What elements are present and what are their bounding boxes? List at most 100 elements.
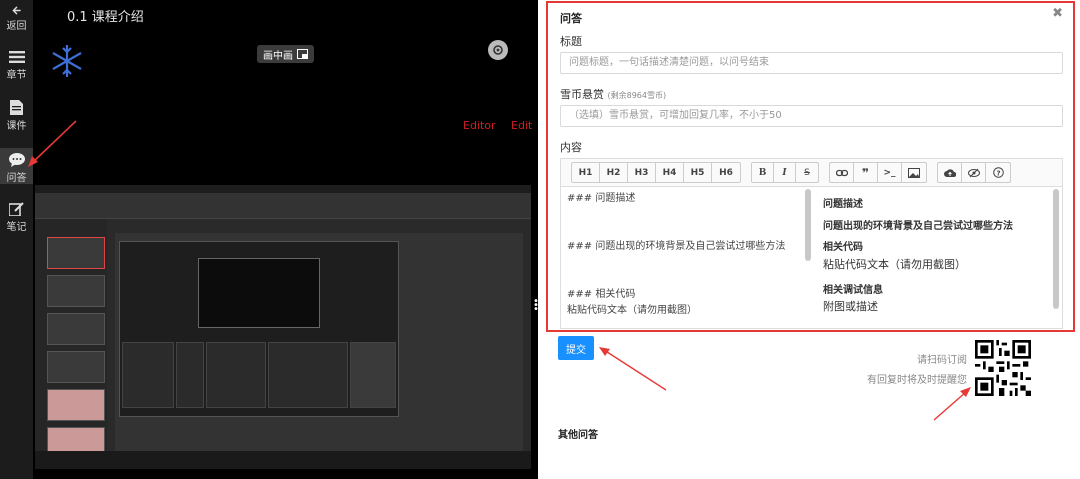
back-button[interactable]: 返回 [0,6,33,32]
view-buttons: ? [937,162,1011,183]
recorded-screen [35,185,531,469]
sidebar-item-qa[interactable]: 问答 [0,148,33,184]
left-sidebar: 返回 章节 课件 问答 笔记 [0,0,33,479]
sidebar-item-chapters[interactable]: 章节 [0,50,33,82]
preview-heading-2: 问题出现的环境背景及自己尝试过哪些方法 [823,221,1013,232]
preview-heading-1: 问题描述 [823,199,863,210]
sidebar-item-courseware[interactable]: 课件 [0,100,33,132]
arrow-left-icon [11,6,21,15]
slide-thumb [47,351,105,383]
snowflake-logo-icon [52,45,82,77]
bounty-label: 雪币悬赏 [560,88,604,101]
document-icon [10,100,23,115]
preview-heading-4: 相关调试信息 [823,285,883,296]
qa-label: 问答 [6,173,27,184]
svg-text:?: ? [996,169,1000,177]
strikethrough-button[interactable]: S [796,163,818,182]
notes-label: 笔记 [6,222,27,233]
annotation-arrow [599,347,667,391]
link-icon [835,169,848,176]
h2-button[interactable]: H2 [600,163,628,182]
overlay-text-editor: Editor [463,119,496,132]
other-questions-heading: 其他问答 [558,430,598,441]
edit-note-icon [9,202,24,216]
format-buttons: B I S [751,162,819,183]
source-scrollbar[interactable] [805,189,811,261]
slide-thumb [47,237,105,269]
cloud-upload-icon [943,168,956,177]
h3-button[interactable]: H3 [628,163,656,182]
preview-scrollbar[interactable] [1053,189,1059,309]
preview-paragraph-4: 附图或描述 [823,300,878,313]
slide-thumb [47,275,105,307]
markdown-preview: 问题描述 问题出现的环境背景及自己尝试过哪些方法 相关代码 粘贴代码文本（请勿用… [823,187,1051,328]
screen-ribbon [35,193,531,219]
markdown-source-textarea[interactable]: ### 问题描述 ### 问题出现的环境背景及自己尝试过哪些方法 ### 相关代… [567,187,805,328]
content-label: 内容 [560,141,582,154]
qr-notify-text: 有回复时将及时提醒您 [867,375,967,386]
screen-obs-window [119,241,399,417]
title-input[interactable]: 问题标题，一句话描述清楚问题，以问号结束 [560,52,1063,74]
help-icon: ? [992,167,1004,178]
close-icon[interactable]: ✖ [1052,6,1063,21]
video-settings-button[interactable] [488,40,508,60]
screen-taskbar [35,451,531,469]
pip-icon [297,49,308,59]
courseware-label: 课件 [6,121,27,132]
bounty-label-row: 雪币悬赏 (剩余8964雪币) [560,86,666,102]
obs-panel [350,342,396,408]
image-button[interactable] [902,163,926,182]
submit-button[interactable]: 提交 [558,336,594,360]
obs-panel [206,342,266,408]
bounty-hint: (剩余8964雪币) [607,91,667,100]
chat-bubble-icon [8,153,25,167]
obs-preview [198,258,320,328]
bold-button[interactable]: B [752,163,774,182]
annotation-arrow [933,387,971,421]
qa-form: 问答 ✖ 标题 问题标题，一句话描述清楚问题，以问号结束 雪币悬赏 (剩余896… [546,1,1075,332]
h5-button[interactable]: H5 [684,163,712,182]
h4-button[interactable]: H4 [656,163,684,182]
editor-toolbar: H1 H2 H3 H4 H5 H6 B I S ❞ >_ ? [560,158,1063,186]
heading-buttons: H1 H2 H3 H4 H5 H6 [571,162,741,183]
sidebar-item-notes[interactable]: 笔记 [0,202,33,234]
link-button[interactable] [830,163,854,182]
image-icon [908,167,920,178]
back-label: 返回 [6,21,27,32]
bounty-input[interactable]: （选填）雪币悬赏，可增加回复几率，不小于50 [560,105,1063,127]
title-label: 标题 [560,35,582,48]
gear-icon [493,45,503,55]
obs-panel [176,342,204,408]
more-dots-icon[interactable]: • • • [533,297,539,315]
code-icon: >_ [883,167,896,178]
overlay-text-edit: Edit [511,119,533,132]
insert-buttons: ❞ >_ [829,162,927,183]
obs-panel [268,342,348,408]
italic-button[interactable]: I [774,163,796,182]
eye-slash-icon [967,168,980,177]
preview-toggle-button[interactable] [962,163,986,182]
h1-button[interactable]: H1 [572,163,600,182]
preview-heading-3: 相关代码 [823,242,863,253]
qr-code-icon [975,340,1031,396]
upload-button[interactable] [938,163,962,182]
screen-titlebar [35,185,531,193]
chapters-label: 章节 [6,70,27,81]
markdown-editor: ### 问题描述 ### 问题出现的环境背景及自己尝试过哪些方法 ### 相关代… [560,186,1063,329]
video-title: 0.1 课程介绍 [67,10,144,25]
preview-paragraph-3: 粘贴代码文本（请勿用截图） [823,258,966,271]
video-player[interactable]: 0.1 课程介绍 画中画 Editor Edit • • • [33,0,539,479]
h6-button[interactable]: H6 [712,163,740,182]
slide-thumb [47,389,105,421]
quote-icon: ❞ [861,165,870,180]
pip-label: 画中画 [263,50,293,62]
screen-slide-thumbnails [35,219,107,459]
qr-subscribe-text: 请扫码订阅 [917,355,967,366]
code-button[interactable]: >_ [878,163,902,182]
picture-in-picture-button[interactable]: 画中画 [257,45,314,63]
help-button[interactable]: ? [986,163,1010,182]
qa-heading: 问答 [560,12,582,25]
quote-button[interactable]: ❞ [854,163,878,182]
list-icon [8,51,25,63]
obs-panel [122,342,174,408]
